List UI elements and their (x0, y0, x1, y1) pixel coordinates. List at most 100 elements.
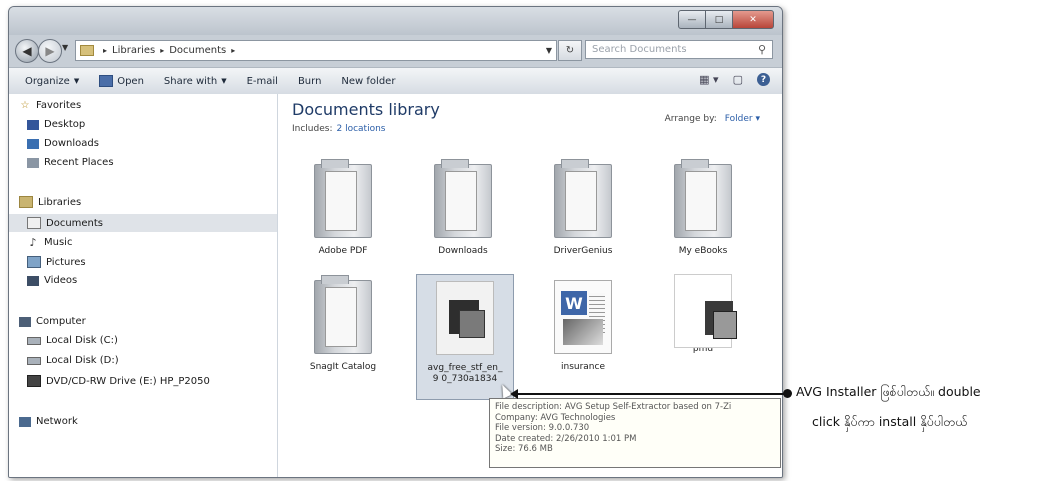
nav-label: Videos (44, 275, 78, 286)
downloads-icon (27, 138, 39, 149)
nav-local-disk-c[interactable]: Local Disk (C:) (27, 335, 118, 346)
help-icon[interactable]: ? (757, 73, 770, 86)
arrange-by-dropdown[interactable]: Folder ▾ (725, 114, 760, 124)
star-icon: ☆ (20, 100, 30, 111)
folder-icon (314, 159, 372, 238)
file-name: insurance (560, 362, 605, 372)
videos-icon (27, 275, 39, 286)
pictures-icon (27, 256, 41, 268)
tooltip-date-created: Date created: 2/26/2010 1:01 PM (495, 433, 637, 444)
chevron-down-icon: ▼ (73, 77, 80, 85)
file-name: My eBooks (678, 246, 728, 256)
view-options-icon[interactable]: ▦ ▾ (699, 73, 718, 86)
email-button[interactable]: E-mail (247, 76, 278, 87)
chevron-right-icon[interactable]: ▸ (103, 46, 107, 55)
word-document-icon: W (554, 280, 612, 354)
search-icon[interactable]: ⚲ (758, 43, 766, 56)
address-dropdown[interactable]: ▼ (546, 46, 552, 55)
file-name: Downloads (438, 246, 488, 256)
nav-local-disk-d[interactable]: Local Disk (D:) (27, 355, 119, 366)
nav-documents[interactable]: Documents (9, 214, 277, 232)
hard-drive-icon (27, 356, 41, 365)
folder-item[interactable]: SnagIt Catalog (294, 275, 392, 373)
network-icon (19, 416, 31, 427)
arrow-left-icon: ◀ (22, 44, 32, 58)
file-item[interactable]: W insurance (534, 280, 632, 373)
burn-label: Burn (297, 75, 322, 87)
breadcrumb-libraries[interactable]: Libraries (112, 45, 155, 56)
open-label: Open (117, 75, 144, 87)
organize-label: Organize (25, 75, 70, 87)
libraries-icon (19, 196, 33, 208)
share-with-button[interactable]: Share with ▼ (164, 76, 227, 87)
music-icon: ♪ (29, 236, 37, 249)
maximize-button[interactable]: □ (705, 10, 733, 29)
nav-label: Downloads (44, 138, 99, 149)
nav-videos[interactable]: Videos (27, 275, 77, 286)
open-button[interactable]: Open (99, 75, 144, 87)
nav-computer[interactable]: Computer (19, 316, 86, 327)
nav-label: Documents (46, 217, 104, 229)
nav-dvd-drive[interactable]: DVD/CD-RW Drive (E:) HP_P2050 (27, 375, 210, 387)
forward-button[interactable]: ▶ (38, 39, 62, 63)
folder-item[interactable]: Downloads (414, 159, 512, 257)
chevron-right-icon[interactable]: ▸ (231, 46, 235, 55)
nav-label: Recent Places (44, 157, 114, 168)
share-with-label: Share with (163, 75, 218, 87)
arrow-right-icon: ▶ (45, 44, 55, 58)
nav-music[interactable]: ♪ Music (27, 236, 73, 249)
folder-item[interactable]: My eBooks (654, 159, 752, 257)
installer-icon (436, 281, 494, 355)
nav-label: Libraries (38, 196, 82, 208)
folder-icon (434, 159, 492, 238)
selected-file-item[interactable]: avg_free_stf_en_9 0_730a1834 (416, 274, 514, 400)
open-icon (99, 75, 114, 87)
minimize-button[interactable]: — (678, 10, 706, 29)
annotation-arrowhead-icon (510, 389, 518, 399)
annotation-text-line2: click နှိပ်ကာ install နှိပ်ပါတယ် (812, 414, 968, 429)
arrange-by-value: Folder (724, 114, 753, 124)
nav-label: Pictures (46, 256, 86, 268)
dvd-drive-icon (27, 375, 41, 387)
preview-pane-icon[interactable]: ▢ (733, 73, 743, 86)
nav-libraries[interactable]: Libraries (19, 196, 81, 208)
nav-label: Favorites (36, 100, 82, 111)
tooltip-version: File version: 9.0.0.730 (495, 423, 590, 433)
annotation-bullet (783, 389, 792, 398)
annotation-text-line1: AVG Installer ဖြစ်ပါတယ်။ double (796, 384, 981, 399)
breadcrumb-documents[interactable]: Documents (169, 45, 226, 56)
chevron-down-icon: ▼ (221, 77, 227, 85)
folder-item[interactable]: DriverGenius (534, 159, 632, 257)
address-bar[interactable]: ▸ Libraries ▸ Documents ▸ ▼ (75, 40, 557, 61)
file-name: DriverGenius (553, 246, 613, 256)
arrange-by-label: Arrange by: (664, 114, 717, 124)
nav-label: Network (36, 416, 78, 427)
nav-desktop[interactable]: Desktop (27, 119, 85, 130)
nav-favorites[interactable]: ☆ Favorites (19, 100, 82, 111)
recent-pages-dropdown[interactable]: ▼ (62, 43, 68, 52)
new-folder-button[interactable]: New folder (341, 76, 395, 87)
back-button[interactable]: ◀ (15, 39, 39, 63)
nav-label: Music (44, 237, 73, 248)
folder-item[interactable]: Adobe PDF (294, 159, 392, 257)
refresh-button[interactable]: ↻ (558, 40, 582, 61)
nav-downloads[interactable]: Downloads (27, 138, 99, 149)
nav-recent-places[interactable]: Recent Places (27, 157, 114, 168)
nav-label: Local Disk (C:) (46, 335, 118, 346)
chevron-right-icon[interactable]: ▸ (160, 46, 164, 55)
nav-label: DVD/CD-RW Drive (E:) HP_P2050 (46, 375, 210, 387)
burn-button[interactable]: Burn (298, 76, 321, 87)
library-title: Documents library (292, 100, 440, 119)
nav-network[interactable]: Network (19, 416, 78, 427)
file-item[interactable]: pmd (654, 274, 752, 355)
folder-icon (314, 275, 372, 354)
folder-icon (554, 159, 612, 238)
close-button[interactable]: ✕ (732, 10, 774, 29)
organize-button[interactable]: Organize ▼ (25, 76, 79, 87)
nav-label: Computer (36, 316, 86, 327)
search-input[interactable]: Search Documents ⚲ (585, 40, 773, 59)
tooltip-company: Company: AVG Technologies (495, 412, 616, 423)
refresh-icon: ↻ (565, 45, 575, 56)
locations-link[interactable]: 2 locations (336, 124, 385, 134)
nav-pictures[interactable]: Pictures (27, 256, 86, 268)
